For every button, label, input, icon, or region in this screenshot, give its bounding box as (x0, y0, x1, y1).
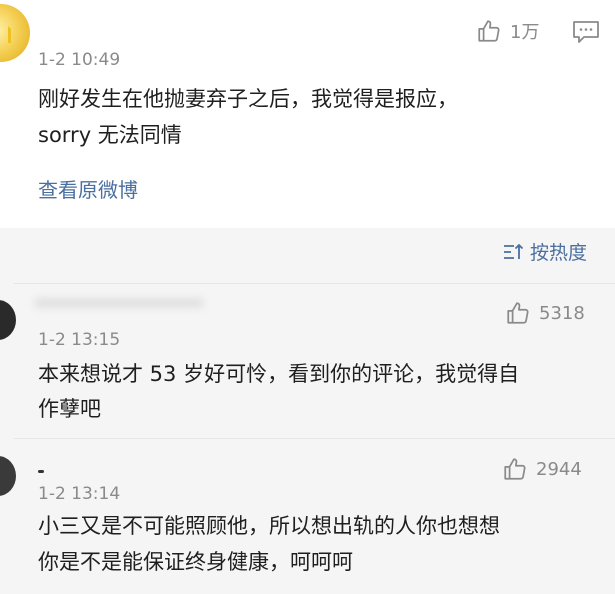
like-button[interactable]: 2944 (502, 456, 582, 482)
sort-label: 按热度 (529, 242, 587, 264)
reply-text-line: 本来想说才 53 岁好可怜，看到你的评论，我觉得自 (38, 362, 520, 386)
thumbs-up-icon (478, 20, 500, 42)
reply-time: 1-2 13:14 (38, 484, 121, 504)
like-button[interactable]: 5318 (505, 300, 585, 326)
sort-button[interactable]: 按热度 (502, 238, 587, 265)
thumbs-up-icon (504, 458, 526, 480)
main-comment: 1-2 10:49 1万 刚好发生在他抛妻弃子之后，我觉得是报应， sorry … (0, 0, 615, 228)
sort-icon (503, 243, 524, 259)
reply-text-line: 你是不是能保证终身健康，呵呵呵 (38, 550, 353, 574)
reply-text-line: 作孽吧 (38, 397, 101, 421)
username-redacted (38, 470, 44, 473)
like-count: 1万 (510, 22, 540, 43)
divider (14, 283, 615, 284)
avatar[interactable] (0, 4, 30, 62)
like-count: 2944 (536, 458, 582, 480)
reply-time: 1-2 13:15 (38, 330, 121, 350)
like-count: 5318 (539, 302, 585, 324)
username-redacted (34, 298, 204, 308)
reply-text-line: 小三又是不可能照顾他，所以想出轨的人你也想想 (38, 514, 500, 538)
divider (14, 438, 615, 439)
comment-text-line: 刚好发生在他抛妻弃子之后，我觉得是报应， (38, 87, 458, 111)
comment-icon[interactable] (572, 20, 600, 44)
comment-text-line: sorry 无法同情 (38, 123, 182, 147)
thumbs-up-icon (507, 302, 529, 324)
comment-time: 1-2 10:49 (38, 50, 121, 70)
like-button[interactable]: 1万 (476, 18, 539, 44)
view-original-link[interactable]: 查看原微博 (38, 174, 138, 203)
